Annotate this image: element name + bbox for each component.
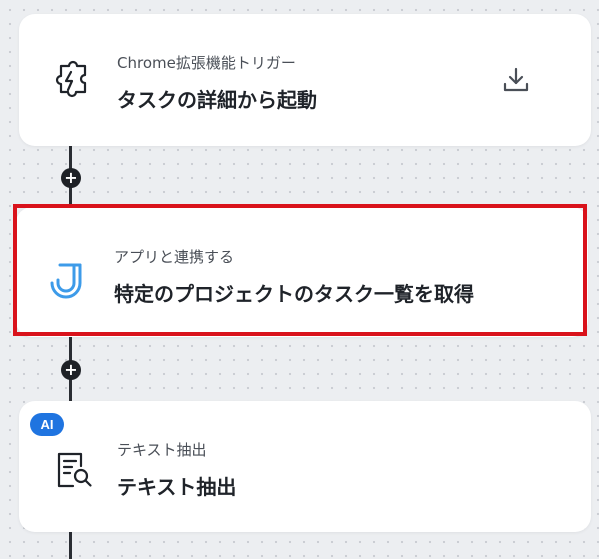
download-icon[interactable]	[503, 66, 529, 94]
step-title: タスクの詳細から起動	[117, 88, 317, 112]
step-subtitle: テキスト抽出	[117, 441, 207, 459]
add-step-button[interactable]: +	[61, 168, 81, 188]
step-subtitle: Chrome拡張機能トリガー	[117, 54, 296, 72]
trigger-step-card[interactable]: Chrome拡張機能トリガー タスクの詳細から起動	[19, 14, 591, 146]
document-search-icon	[51, 446, 97, 492]
ai-badge: AI	[30, 413, 64, 436]
step-subtitle: アプリと連携する	[114, 248, 235, 266]
jooto-app-icon	[48, 255, 94, 301]
app-step-card[interactable]: アプリと連携する 特定のプロジェクトのタスク一覧を取得	[16, 207, 588, 337]
step-title: テキスト抽出	[117, 475, 237, 499]
add-step-button[interactable]: +	[61, 360, 81, 380]
step-title: 特定のプロジェクトのタスク一覧を取得	[114, 282, 474, 306]
ai-step-card[interactable]: テキスト抽出 テキスト抽出	[19, 401, 591, 532]
connector-line	[69, 532, 72, 559]
puzzle-icon	[51, 58, 97, 104]
